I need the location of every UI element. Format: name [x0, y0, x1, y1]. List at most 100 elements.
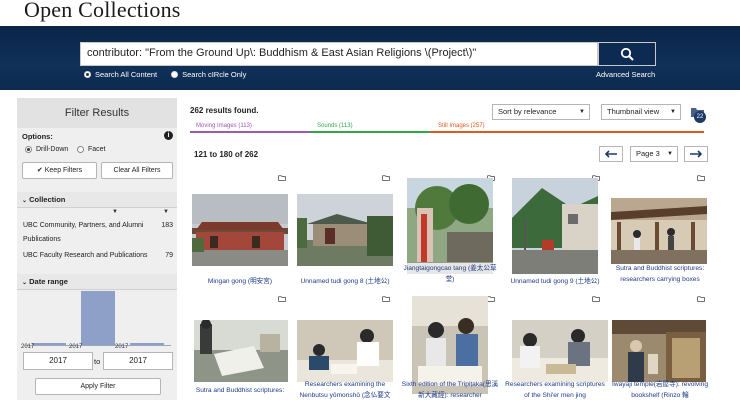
result-thumbnail[interactable]: [407, 178, 493, 274]
folder-icon[interactable]: [382, 175, 390, 181]
arrow-left-icon: [604, 150, 617, 158]
chevron-down-icon: ⌄: [22, 198, 28, 204]
sort-caret-icon[interactable]: ▼: [112, 209, 118, 215]
scope-all-label: Search All Content: [95, 70, 158, 79]
collection-item[interactable]: UBC Community, Partners, and Alumni Publ…: [23, 219, 163, 247]
type-bar-still: [430, 131, 704, 133]
result-caption[interactable]: Iwayaji temple(岩屋寺): revolving bookshelf…: [610, 379, 710, 400]
folder-icon[interactable]: [278, 296, 286, 302]
folder-icon[interactable]: [697, 296, 705, 302]
drill-down-label: Drill-Down: [36, 146, 69, 153]
result-caption[interactable]: Sixth edition of the Tripiṭaka(思溪新大藏經): …: [400, 379, 500, 400]
to-year-input[interactable]: 2017: [103, 352, 173, 370]
folder-icon[interactable]: [697, 175, 705, 181]
folder-icon[interactable]: [278, 175, 286, 181]
options-label: Options:: [22, 132, 53, 141]
collection-name: UBC Community, Partners, and Alumni Publ…: [23, 222, 144, 243]
result-caption[interactable]: Researchers examining the Nenbutsu yōmon…: [295, 379, 395, 400]
date-histogram[interactable]: [25, 290, 171, 346]
next-page-button[interactable]: [684, 146, 708, 162]
filter-title: Filter Results: [17, 98, 177, 128]
result-caption[interactable]: Researchers examining scriptures of the …: [505, 379, 605, 400]
apply-filter-button[interactable]: Apply Filter: [35, 378, 161, 395]
sort-select-value: Sort by relevance: [498, 107, 557, 116]
bucket-count-badge: 22: [694, 111, 706, 123]
chevron-down-icon: ▼: [579, 109, 585, 115]
result-caption[interactable]: Jiangtaigongcao tang (姜太公草堂): [400, 263, 500, 285]
options-box: Options: i Drill-Down Facet ✔ Keep Filte…: [17, 130, 177, 186]
view-select[interactable]: Thumbnail view ▼: [601, 104, 681, 120]
hist-tick-label: 2017: [115, 344, 129, 350]
result-thumbnail[interactable]: [512, 178, 598, 274]
keep-filters-label: Keep Filters: [44, 167, 83, 174]
result-thumbnail[interactable]: [192, 194, 288, 266]
drill-down-radio[interactable]: [25, 146, 32, 153]
result-thumbnail[interactable]: [194, 320, 288, 382]
date-range-label: Date range: [29, 277, 68, 286]
result-thumbnail[interactable]: [512, 320, 608, 382]
search-button[interactable]: [598, 42, 656, 66]
result-caption[interactable]: Unnamed tudi gong 9 (土地公): [505, 276, 605, 287]
clear-filters-button[interactable]: Clear All Filters: [101, 162, 173, 179]
search-icon: [620, 47, 634, 61]
results-range: 121 to 180 of 262: [194, 150, 259, 159]
scope-circle-label: Search cIRcle Only: [182, 70, 247, 79]
result-thumbnail[interactable]: [611, 198, 707, 264]
scope-circle-radio[interactable]: [171, 71, 179, 78]
page-select[interactable]: Page 3 ▼: [630, 146, 678, 162]
type-moving-images[interactable]: Moving Images (113): [196, 123, 252, 129]
chevron-down-icon: ⌄: [22, 280, 28, 286]
collection-item[interactable]: UBC Faculty Research and Publications: [23, 249, 163, 263]
result-caption[interactable]: Sutra and Buddhist scriptures: researche…: [610, 263, 710, 285]
result-thumbnail[interactable]: [612, 320, 706, 382]
histogram-bar[interactable]: [130, 343, 164, 345]
date-range-header[interactable]: ⌄ Date range: [17, 274, 177, 290]
prev-page-button[interactable]: [599, 146, 623, 162]
hist-tick-label: 2017: [69, 344, 83, 350]
type-still-images[interactable]: Still Images (257): [438, 123, 485, 129]
facet-radio[interactable]: [77, 146, 84, 153]
chevron-down-icon: ▼: [667, 151, 673, 157]
info-icon[interactable]: i: [164, 131, 173, 140]
sort-caret-icon[interactable]: ▼: [163, 209, 169, 215]
arrow-right-icon: [690, 150, 703, 158]
collection-count: 183: [161, 222, 173, 229]
search-scope: Search All Content Search cIRcle Only: [84, 70, 260, 79]
result-thumbnail[interactable]: [297, 194, 393, 266]
search-band: contributor: "From the Ground Up\: Buddh…: [0, 26, 740, 90]
chevron-down-icon: ▼: [670, 109, 676, 115]
search-input[interactable]: contributor: "From the Ground Up\: Buddh…: [80, 42, 598, 66]
type-sounds[interactable]: Sounds (113): [317, 123, 353, 129]
collection-name: UBC Faculty Research and Publications: [23, 252, 148, 259]
collection-facet-header[interactable]: ⌄ Collection: [17, 192, 177, 208]
results-count: 262 results found.: [190, 106, 259, 115]
result-caption[interactable]: Mingan gong (明安宮): [190, 276, 290, 287]
type-bar-moving: [190, 131, 310, 133]
site-title[interactable]: Open Collections: [24, 0, 181, 23]
page-select-value: Page 3: [636, 149, 660, 158]
folder-icon[interactable]: [592, 296, 600, 302]
collection-count: 79: [165, 252, 173, 259]
top-header: Open Collections: [0, 0, 740, 26]
hist-tick-label: 2017: [21, 344, 35, 350]
type-bar-sounds: [310, 131, 430, 133]
keep-filters-button[interactable]: ✔ Keep Filters: [22, 162, 97, 179]
histogram-bar[interactable]: [81, 291, 115, 345]
histogram-bar[interactable]: [32, 343, 66, 345]
sort-select[interactable]: Sort by relevance ▼: [492, 104, 590, 120]
result-caption[interactable]: Unnamed tudi gong 8 (土地公): [295, 276, 395, 287]
advanced-search-link[interactable]: Advanced Search: [596, 70, 655, 79]
result-thumbnail[interactable]: [297, 320, 393, 382]
folder-icon[interactable]: [382, 296, 390, 302]
result-caption[interactable]: Sutra and Buddhist scriptures:: [190, 385, 290, 396]
check-icon: ✔: [36, 167, 43, 174]
scope-all-radio[interactable]: [84, 71, 91, 78]
collection-label: Collection: [29, 195, 66, 204]
to-label: to: [94, 357, 101, 366]
facet-label: Facet: [88, 146, 106, 153]
view-select-value: Thumbnail view: [607, 107, 660, 116]
drill-down-option[interactable]: Drill-Down: [25, 146, 68, 153]
from-year-input[interactable]: 2017: [23, 352, 93, 370]
folder-icon[interactable]: [487, 296, 495, 302]
facet-option[interactable]: Facet: [77, 146, 106, 153]
